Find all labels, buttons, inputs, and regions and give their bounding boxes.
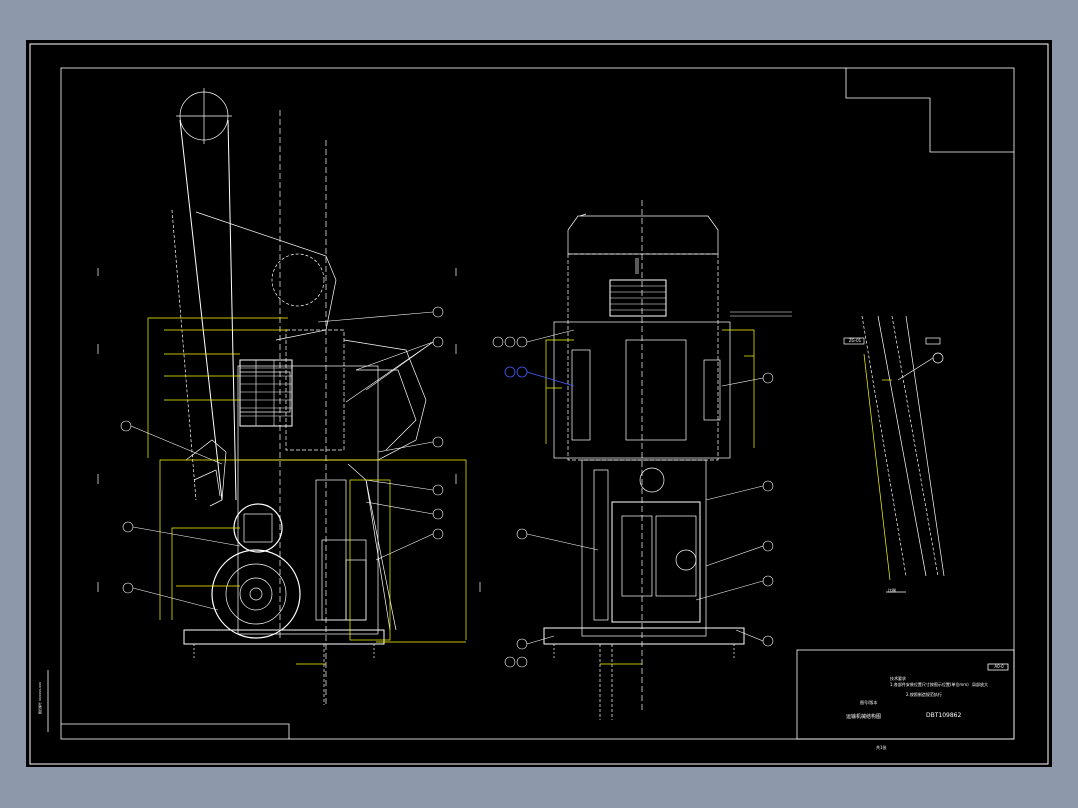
drawing-title: 运输机械结构图 xyxy=(846,714,882,720)
note-line-1: 1.各部件安装位置尺寸按图示位置(单位mm) xyxy=(890,682,969,687)
front-elevation-callouts xyxy=(492,311,792,668)
detail-view xyxy=(843,315,945,593)
scale-label: 比例 xyxy=(888,588,896,593)
side-elevation-dimensions xyxy=(147,317,467,665)
side-elevation-view xyxy=(97,88,481,705)
sheet-text: 共1张 xyxy=(876,745,887,750)
front-elevation-dimensions xyxy=(545,329,755,665)
front-elevation-view xyxy=(543,200,745,720)
outer-border xyxy=(29,43,1049,765)
drawing-number: DBT109862 xyxy=(926,712,962,719)
margin-vertical-text: 图纸编号 XXXXXX-XXX xyxy=(38,681,43,715)
drawing-stamp: 图号/版本 xyxy=(860,700,878,705)
side-elevation-callouts xyxy=(120,306,444,611)
side-view-label: 局部放大 xyxy=(972,682,988,687)
bottom-left-block xyxy=(61,723,290,739)
note-line-2: 2.按照制造规范执行 xyxy=(906,692,942,697)
revision-block xyxy=(845,68,1014,153)
cad-drawing xyxy=(29,43,1049,765)
inner-border xyxy=(60,67,1015,740)
highlighted-callouts xyxy=(504,366,575,387)
drawing-code-box: A0-0 xyxy=(994,664,1004,669)
detail-view-dimensions xyxy=(863,353,892,581)
cad-drawing-canvas[interactable]: A0-0 技术要求 1.各部件安装位置尺寸按图示位置(单位mm) 2.按照制造规… xyxy=(26,40,1052,767)
detail-view-tag: ZG-01 xyxy=(848,338,862,343)
